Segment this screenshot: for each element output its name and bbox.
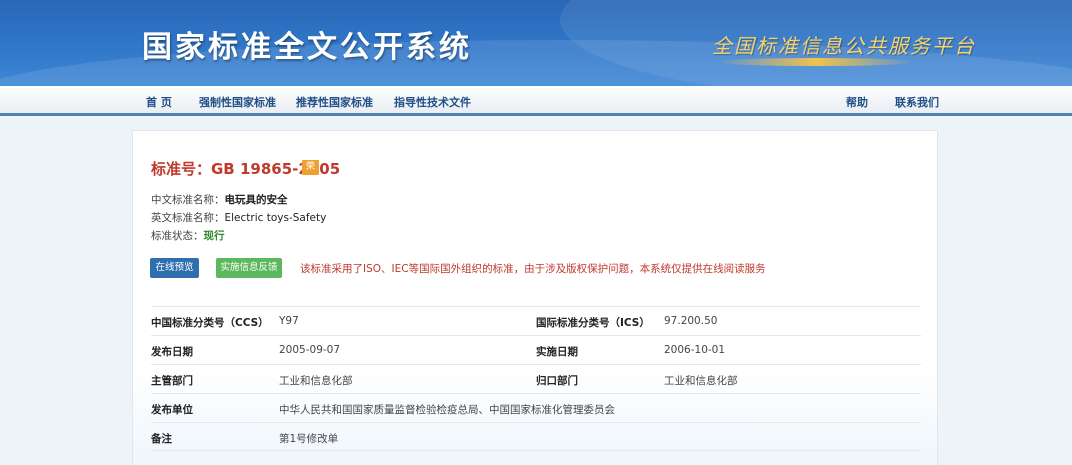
dept-label: 主管部门: [151, 375, 193, 387]
status-label: 标准状态：: [151, 230, 204, 242]
slogan-swoosh: [716, 58, 916, 66]
copyright-notice: 该标准采用了ISO、IEC等国际国外组织的标准，由于涉及版权保护问题，本系统仅提…: [300, 263, 766, 275]
feedback-button[interactable]: 实施信息反馈: [216, 258, 282, 278]
main-nav: 首 页 强制性国家标准 推荐性国家标准 指导性技术文件 帮助 联系我们: [0, 86, 1072, 116]
issuer-value: 中华人民共和国国家质量监督检验检疫总局、中国国家标准化管理委员会: [279, 404, 615, 416]
nav-guidance-documents[interactable]: 指导性技术文件: [394, 94, 471, 110]
table-row: 备注 第1号修改单: [151, 422, 921, 451]
table-row: 发布单位 中华人民共和国国家质量监督检验检疫总局、中国国家标准化管理委员会: [151, 393, 921, 422]
ics-value: 97.200.50: [664, 315, 718, 327]
en-name-label: 英文标准名称：: [151, 212, 225, 224]
cn-name-row: 中文标准名称：电玩具的安全: [151, 192, 288, 207]
status-row: 标准状态：现行: [151, 228, 225, 243]
impl-date-value: 2006-10-01: [664, 344, 726, 356]
issuer-label: 发布单位: [151, 404, 193, 416]
cn-name-label: 中文标准名称：: [151, 194, 225, 206]
nav-home[interactable]: 首 页: [146, 94, 172, 110]
en-name-value: Electric toys-Safety: [224, 212, 327, 224]
dept-value: 工业和信息化部: [279, 375, 353, 387]
owner-label: 归口部门: [536, 375, 578, 387]
standard-detail-card: 标准号：GB 19865-2005 荣 中文标准名称：电玩具的安全 英文标准名称…: [132, 130, 938, 465]
status-value: 现行: [203, 230, 225, 242]
site-banner: 国家标准全文公开系统 全国标准信息公共服务平台: [0, 0, 1072, 86]
remark-value: 第1号修改单: [279, 433, 339, 445]
nav-mandatory-standards[interactable]: 强制性国家标准: [199, 94, 276, 110]
nav-help[interactable]: 帮助: [846, 94, 868, 110]
ics-label: 国际标准分类号（ICS）: [536, 317, 650, 329]
pub-date-value: 2005-09-07: [279, 344, 341, 356]
owner-value: 工业和信息化部: [664, 375, 738, 387]
ccs-label: 中国标准分类号（CCS）: [151, 317, 269, 329]
table-row: 主管部门 工业和信息化部 归口部门 工业和信息化部: [151, 364, 921, 393]
remark-label: 备注: [151, 433, 172, 445]
standard-details-table: 中国标准分类号（CCS） Y97 国际标准分类号（ICS） 97.200.50 …: [151, 306, 921, 451]
site-title: 国家标准全文公开系统: [142, 30, 472, 65]
nav-recommended-standards[interactable]: 推荐性国家标准: [296, 94, 373, 110]
site-slogan: 全国标准信息公共服务平台: [712, 34, 976, 58]
table-row: 中国标准分类号（CCS） Y97 国际标准分类号（ICS） 97.200.50: [151, 306, 921, 335]
online-preview-button[interactable]: 在线预览: [150, 258, 199, 278]
cn-name-value: 电玩具的安全: [224, 194, 288, 206]
standard-badge: 荣: [302, 160, 319, 175]
en-name-row: 英文标准名称：Electric toys-Safety: [151, 210, 326, 225]
ccs-value: Y97: [279, 315, 299, 327]
table-row: 发布日期 2005-09-07 实施日期 2006-10-01: [151, 335, 921, 364]
pub-date-label: 发布日期: [151, 346, 193, 358]
nav-contact[interactable]: 联系我们: [895, 94, 939, 110]
impl-date-label: 实施日期: [536, 346, 578, 358]
